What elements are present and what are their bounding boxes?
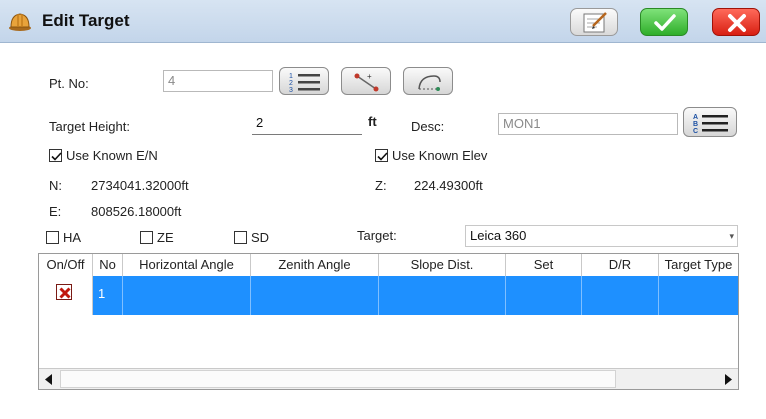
- svg-text:B: B: [693, 121, 698, 128]
- dropdown-arrow-icon: ▾: [729, 231, 734, 241]
- point-list-button[interactable]: 1 2 3: [279, 67, 329, 95]
- scroll-left-button[interactable]: [39, 369, 59, 389]
- target-height-label: Target Height:: [49, 119, 130, 134]
- horizontal-angle-cell[interactable]: [123, 276, 251, 315]
- arrow-left-icon: [45, 374, 52, 385]
- hard-hat-icon: [8, 9, 32, 33]
- target-grid[interactable]: On/Off No Horizontal Angle Zenith Angle …: [38, 253, 739, 390]
- grid-header: On/Off No Horizontal Angle Zenith Angle …: [39, 254, 738, 277]
- col-dr[interactable]: D/R: [582, 254, 659, 276]
- col-slope-dist[interactable]: Slope Dist.: [379, 254, 506, 276]
- col-on-off[interactable]: On/Off: [39, 254, 93, 276]
- description-list-button[interactable]: A B C: [683, 107, 737, 137]
- e-value: 808526.18000ft: [91, 204, 182, 219]
- e-label: E:: [49, 204, 62, 219]
- use-known-elev-checkbox[interactable]: [375, 149, 388, 162]
- line-select-icon: +: [354, 72, 379, 92]
- z-value: 224.49300ft: [414, 178, 483, 193]
- use-known-en-label: Use Known E/N: [66, 148, 158, 163]
- svg-text:+: +: [367, 72, 372, 81]
- arc-icon: [418, 75, 441, 91]
- map-select-button[interactable]: +: [341, 67, 391, 95]
- col-set[interactable]: Set: [506, 254, 582, 276]
- svg-text:2: 2: [289, 80, 293, 87]
- desc-field[interactable]: MON1: [498, 113, 678, 135]
- scroll-right-button[interactable]: [718, 369, 738, 389]
- col-no[interactable]: No: [93, 254, 123, 276]
- target-type-cell[interactable]: [659, 276, 738, 315]
- horizontal-scrollbar[interactable]: [39, 368, 738, 389]
- col-target-type[interactable]: Target Type: [659, 254, 738, 276]
- n-label: N:: [49, 178, 62, 193]
- ha-label: HA: [63, 230, 82, 245]
- abc-list-icon: A B C: [693, 114, 728, 135]
- target-label: Target:: [357, 228, 397, 243]
- x-close-icon: [728, 14, 746, 32]
- sd-checkbox[interactable]: [234, 231, 247, 244]
- arc-select-button[interactable]: [403, 67, 453, 95]
- checkmark-icon: [377, 152, 388, 161]
- desc-label: Desc:: [411, 119, 445, 134]
- dr-cell[interactable]: [582, 276, 659, 315]
- set-cell[interactable]: [506, 276, 582, 315]
- col-horizontal-angle[interactable]: Horizontal Angle: [123, 254, 251, 276]
- use-known-elev-label: Use Known Elev: [392, 148, 488, 163]
- arrow-right-icon: [725, 374, 732, 385]
- svg-text:1: 1: [289, 73, 293, 80]
- no-cell: 1: [93, 276, 123, 315]
- checkmark-icon: [51, 152, 62, 161]
- checkmark-icon: [654, 14, 676, 31]
- ha-checkbox[interactable]: [46, 231, 59, 244]
- target-select[interactable]: Leica 360 ▾: [465, 225, 738, 247]
- n-value: 2734041.32000ft: [91, 178, 189, 193]
- table-row[interactable]: 1: [39, 276, 738, 315]
- on-off-cell[interactable]: [39, 276, 93, 315]
- pt-no-field[interactable]: 4: [163, 70, 273, 92]
- sd-label: SD: [251, 230, 270, 245]
- numbered-list-icon: 1 2 3: [289, 73, 320, 94]
- off-x-icon[interactable]: [56, 284, 72, 300]
- z-label: Z:: [375, 178, 387, 193]
- svg-text:A: A: [693, 114, 698, 121]
- target-select-value: Leica 360: [470, 228, 527, 243]
- ze-checkbox[interactable]: [140, 231, 153, 244]
- target-height-field[interactable]: 2: [252, 113, 362, 135]
- use-known-en-checkbox[interactable]: [49, 149, 62, 162]
- ze-label: ZE: [157, 230, 174, 245]
- col-zenith-angle[interactable]: Zenith Angle: [251, 254, 379, 276]
- scrollbar-thumb[interactable]: [60, 370, 616, 388]
- pt-no-label: Pt. No:: [49, 76, 89, 91]
- svg-text:C: C: [693, 128, 698, 135]
- title-bar: Edit Target: [0, 0, 766, 43]
- slope-dist-cell[interactable]: [379, 276, 506, 315]
- note-pad-icon: [583, 12, 607, 33]
- close-button[interactable]: [712, 8, 760, 36]
- zenith-angle-cell[interactable]: [251, 276, 379, 315]
- ok-button[interactable]: [640, 8, 688, 36]
- window-title: Edit Target: [42, 11, 130, 30]
- target-height-unit: ft: [368, 114, 377, 129]
- svg-text:3: 3: [289, 87, 293, 94]
- note-button[interactable]: [570, 8, 618, 36]
